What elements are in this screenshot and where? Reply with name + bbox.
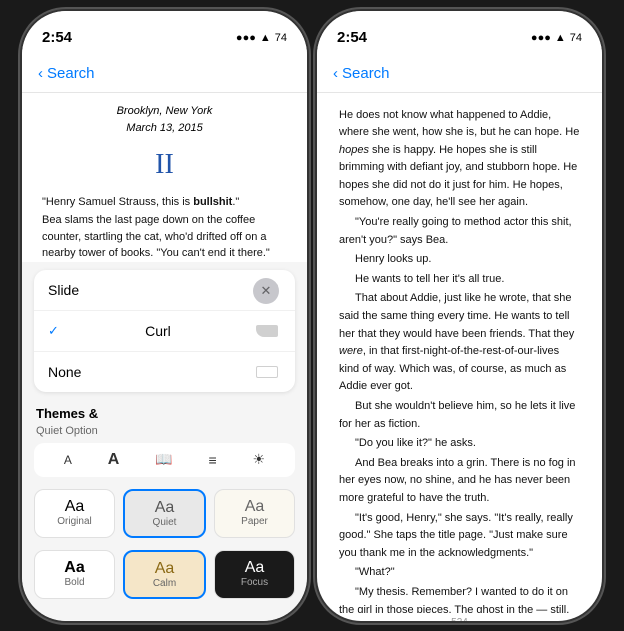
- theme-name-bold: Bold: [39, 577, 110, 588]
- battery-indicator: 74: [275, 32, 287, 44]
- theme-aa-bold: Aa: [39, 559, 110, 577]
- themes-row-2: Aa Bold Aa Calm Aa Focus: [22, 544, 307, 605]
- theme-name-paper: Paper: [219, 516, 290, 527]
- close-button[interactable]: ✕: [253, 278, 279, 304]
- display-icon[interactable]: ☀: [244, 447, 273, 472]
- chapter-number: II: [42, 143, 287, 186]
- wifi-icon: ▲: [260, 32, 271, 44]
- theme-bold[interactable]: Aa Bold: [34, 550, 115, 599]
- themes-section: Themes & Quiet Option: [22, 400, 307, 439]
- status-icons-right: ●●● ▲ 74: [531, 32, 582, 44]
- slide-options-panel: ✕ Slide ✓ Curl None: [34, 270, 295, 392]
- bottom-panel: ✕ Slide ✓ Curl None: [22, 262, 307, 621]
- check-icon: ✓: [48, 323, 59, 339]
- wifi-icon-right: ▲: [555, 32, 566, 44]
- theme-aa-focus: Aa: [219, 559, 290, 577]
- theme-focus[interactable]: Aa Focus: [214, 550, 295, 599]
- book-content-right: He does not know what happened to Addie,…: [317, 93, 602, 613]
- curl-icon: [253, 321, 281, 341]
- theme-name-quiet: Quiet: [129, 517, 200, 528]
- theme-quiet[interactable]: Aa Quiet: [123, 489, 206, 538]
- back-button-left[interactable]: ‹ Search: [38, 65, 95, 82]
- signal-icon-right: ●●●: [531, 32, 551, 44]
- book-icon[interactable]: 📖: [147, 447, 180, 472]
- status-icons-left: ●●● ▲ 74: [236, 32, 287, 44]
- none-label: None: [48, 364, 81, 380]
- text-icon[interactable]: ≡: [200, 448, 224, 472]
- toolbar-row: A A 📖 ≡ ☀: [34, 443, 295, 477]
- left-phone: 2:54 ●●● ▲ 74 ‹ Search Brooklyn, New Yor…: [22, 11, 307, 621]
- slide-label: Slide: [48, 282, 79, 298]
- themes-heading: Themes &: [22, 400, 307, 421]
- theme-name-focus: Focus: [219, 577, 290, 588]
- status-bar-right: 2:54 ●●● ▲ 74: [317, 11, 602, 55]
- slide-option-none[interactable]: None: [34, 352, 295, 392]
- chevron-left-icon-right: ‹: [333, 65, 338, 82]
- back-button-right[interactable]: ‹ Search: [333, 65, 390, 82]
- chevron-left-icon: ‹: [38, 65, 43, 82]
- quiet-option-label: Quiet Option: [22, 425, 98, 437]
- font-size-large-btn[interactable]: A: [100, 447, 128, 473]
- theme-aa-original: Aa: [39, 498, 110, 516]
- battery-indicator-right: 74: [570, 32, 582, 44]
- status-bar-left: 2:54 ●●● ▲ 74: [22, 11, 307, 55]
- nav-bar-left: ‹ Search: [22, 55, 307, 93]
- theme-calm[interactable]: Aa Calm: [123, 550, 206, 599]
- right-phone: 2:54 ●●● ▲ 74 ‹ Search He does not know …: [317, 11, 602, 621]
- theme-aa-calm: Aa: [129, 560, 200, 578]
- font-size-small-btn[interactable]: A: [56, 449, 80, 471]
- book-location: Brooklyn, New York March 13, 2015: [42, 103, 287, 137]
- none-icon: [253, 362, 281, 382]
- theme-name-calm: Calm: [129, 578, 200, 589]
- status-time-left: 2:54: [42, 29, 72, 46]
- theme-aa-quiet: Aa: [129, 499, 200, 517]
- curl-label: Curl: [145, 323, 171, 339]
- signal-icon: ●●●: [236, 32, 256, 44]
- theme-name-original: Original: [39, 516, 110, 527]
- page-number: 524: [317, 613, 602, 621]
- themes-row-1: Aa Original Aa Quiet Aa Paper: [22, 483, 307, 544]
- status-time-right: 2:54: [337, 29, 367, 46]
- theme-aa-paper: Aa: [219, 498, 290, 516]
- theme-original[interactable]: Aa Original: [34, 489, 115, 538]
- slide-option-curl[interactable]: ✓ Curl: [34, 311, 295, 352]
- nav-bar-right: ‹ Search: [317, 55, 602, 93]
- theme-paper[interactable]: Aa Paper: [214, 489, 295, 538]
